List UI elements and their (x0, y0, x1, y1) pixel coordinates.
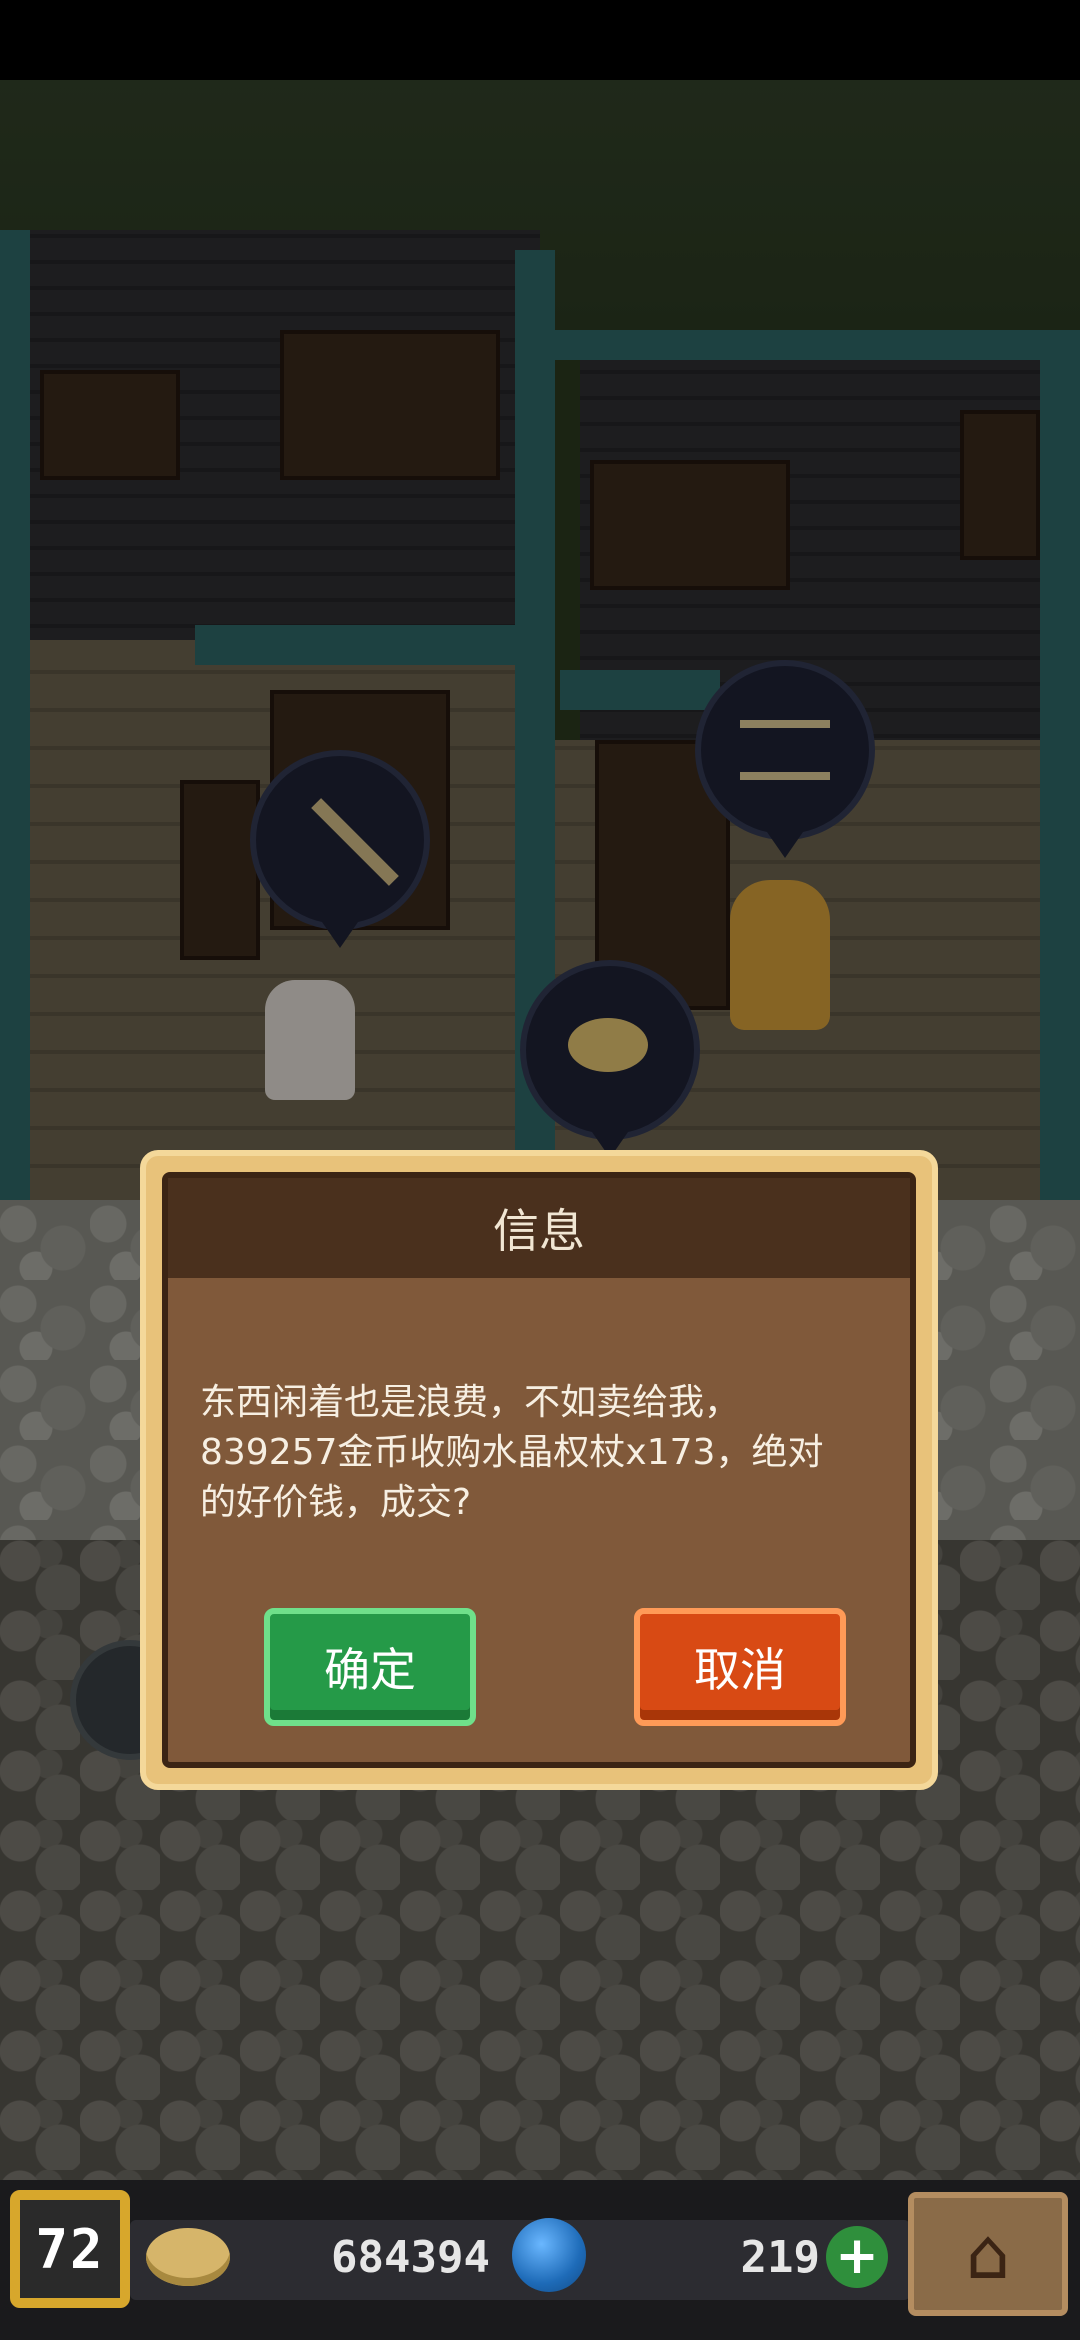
level-badge[interactable]: 72 (10, 2190, 130, 2308)
info-dialog: 信息 东西闲着也是浪费，不如卖给我， 839257金币收购水晶权杖x173，绝对… (140, 1150, 938, 1790)
home-button[interactable]: ⌂ (908, 2192, 1068, 2316)
dialog-message-line: 的好价钱，成交? (200, 1482, 472, 1523)
level-number: 72 (35, 2217, 105, 2281)
bottom-hud: 72 684394 219 + ⌂ (0, 2180, 1080, 2340)
house-icon: ⌂ (965, 2213, 1011, 2295)
modal-overlay (0, 80, 1080, 2180)
gem-amount: 219 (740, 2232, 820, 2283)
coin-icon (146, 2228, 230, 2286)
gem-icon (512, 2218, 586, 2292)
dialog-body: 信息 东西闲着也是浪费，不如卖给我， 839257金币收购水晶权杖x173，绝对… (162, 1172, 916, 1768)
dialog-message-line: 839257金币收购水晶权杖x173，绝对 (200, 1432, 824, 1473)
confirm-button[interactable]: 确定 (264, 1608, 476, 1726)
dialog-message-line: 东西闲着也是浪费，不如卖给我， (200, 1382, 741, 1423)
coin-amount: 684394 (331, 2232, 490, 2283)
add-gem-button[interactable]: + (826, 2226, 888, 2288)
dialog-message: 东西闲着也是浪费，不如卖给我， 839257金币收购水晶权杖x173，绝对 的好… (200, 1378, 878, 1528)
dialog-header: 信息 (168, 1178, 910, 1278)
game-scene[interactable] (0, 80, 1080, 2180)
status-bar (0, 0, 1080, 80)
dialog-title: 信息 (493, 1204, 585, 1258)
cancel-button[interactable]: 取消 (634, 1608, 846, 1726)
